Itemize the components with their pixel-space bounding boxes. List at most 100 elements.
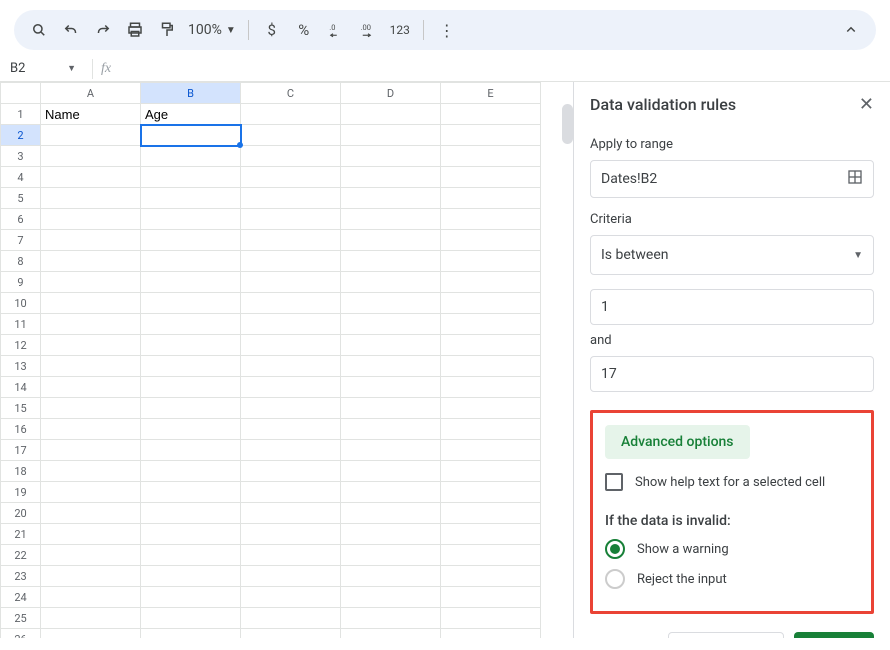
row-header-9[interactable]: 9: [1, 272, 41, 293]
cell-D22[interactable]: [341, 545, 441, 566]
cell-D1[interactable]: [341, 104, 441, 125]
cell-B16[interactable]: [141, 419, 241, 440]
cell-B13[interactable]: [141, 356, 241, 377]
decrease-decimal-icon[interactable]: .0: [321, 15, 351, 45]
cell-B18[interactable]: [141, 461, 241, 482]
cell-A16[interactable]: [41, 419, 141, 440]
column-header-E[interactable]: E: [441, 83, 541, 104]
row-header-4[interactable]: 4: [1, 167, 41, 188]
cell-C17[interactable]: [241, 440, 341, 461]
cell-B22[interactable]: [141, 545, 241, 566]
cell-B20[interactable]: [141, 503, 241, 524]
row-header-17[interactable]: 17: [1, 440, 41, 461]
cell-A9[interactable]: [41, 272, 141, 293]
cell-E14[interactable]: [441, 377, 541, 398]
cell-D25[interactable]: [341, 608, 441, 629]
increase-decimal-icon[interactable]: .00: [353, 15, 383, 45]
cell-C25[interactable]: [241, 608, 341, 629]
cell-E18[interactable]: [441, 461, 541, 482]
radio-show-warning[interactable]: [605, 539, 625, 559]
row-header-18[interactable]: 18: [1, 461, 41, 482]
column-header-A[interactable]: A: [41, 83, 141, 104]
row-header-26[interactable]: 26: [1, 629, 41, 639]
cell-A13[interactable]: [41, 356, 141, 377]
cell-B12[interactable]: [141, 335, 241, 356]
row-header-1[interactable]: 1: [1, 104, 41, 125]
cell-C9[interactable]: [241, 272, 341, 293]
remove-rule-button[interactable]: Remove rule: [668, 632, 784, 638]
row-header-5[interactable]: 5: [1, 188, 41, 209]
cell-E5[interactable]: [441, 188, 541, 209]
cell-A26[interactable]: [41, 629, 141, 639]
cell-C8[interactable]: [241, 251, 341, 272]
cell-C2[interactable]: [241, 125, 341, 146]
cell-D19[interactable]: [341, 482, 441, 503]
cell-D15[interactable]: [341, 398, 441, 419]
row-header-7[interactable]: 7: [1, 230, 41, 251]
redo-icon[interactable]: [88, 15, 118, 45]
cell-D9[interactable]: [341, 272, 441, 293]
cell-B7[interactable]: [141, 230, 241, 251]
cell-B14[interactable]: [141, 377, 241, 398]
cell-E26[interactable]: [441, 629, 541, 639]
cell-C12[interactable]: [241, 335, 341, 356]
cell-B8[interactable]: [141, 251, 241, 272]
cell-D14[interactable]: [341, 377, 441, 398]
cell-C18[interactable]: [241, 461, 341, 482]
cell-A22[interactable]: [41, 545, 141, 566]
cell-B11[interactable]: [141, 314, 241, 335]
spreadsheet-grid[interactable]: ABCDE1NameAge234567891011121314151617181…: [0, 82, 573, 638]
cell-D4[interactable]: [341, 167, 441, 188]
row-header-23[interactable]: 23: [1, 566, 41, 587]
cell-E2[interactable]: [441, 125, 541, 146]
name-box[interactable]: B2 ▼: [10, 61, 84, 76]
cell-B19[interactable]: [141, 482, 241, 503]
cell-D17[interactable]: [341, 440, 441, 461]
cell-A10[interactable]: [41, 293, 141, 314]
cell-C11[interactable]: [241, 314, 341, 335]
column-header-C[interactable]: C: [241, 83, 341, 104]
cell-C23[interactable]: [241, 566, 341, 587]
cell-C10[interactable]: [241, 293, 341, 314]
cell-B24[interactable]: [141, 587, 241, 608]
row-header-13[interactable]: 13: [1, 356, 41, 377]
percent-icon[interactable]: %: [289, 15, 319, 45]
cell-D6[interactable]: [341, 209, 441, 230]
cell-D12[interactable]: [341, 335, 441, 356]
cell-B5[interactable]: [141, 188, 241, 209]
cell-D8[interactable]: [341, 251, 441, 272]
row-header-15[interactable]: 15: [1, 398, 41, 419]
cell-E22[interactable]: [441, 545, 541, 566]
cell-A18[interactable]: [41, 461, 141, 482]
cell-E25[interactable]: [441, 608, 541, 629]
cell-E21[interactable]: [441, 524, 541, 545]
cell-B3[interactable]: [141, 146, 241, 167]
cell-B26[interactable]: [141, 629, 241, 639]
cell-E9[interactable]: [441, 272, 541, 293]
row-header-20[interactable]: 20: [1, 503, 41, 524]
cell-A2[interactable]: [41, 125, 141, 146]
cell-D20[interactable]: [341, 503, 441, 524]
cell-C4[interactable]: [241, 167, 341, 188]
cell-D11[interactable]: [341, 314, 441, 335]
cell-D21[interactable]: [341, 524, 441, 545]
cell-E3[interactable]: [441, 146, 541, 167]
cell-E10[interactable]: [441, 293, 541, 314]
print-icon[interactable]: [120, 15, 150, 45]
cell-E8[interactable]: [441, 251, 541, 272]
cell-E4[interactable]: [441, 167, 541, 188]
vertical-scrollbar[interactable]: [562, 104, 573, 144]
column-header-B[interactable]: B: [141, 83, 241, 104]
criteria-dropdown[interactable]: Is between ▼: [590, 235, 874, 275]
row-header-24[interactable]: 24: [1, 587, 41, 608]
cell-C26[interactable]: [241, 629, 341, 639]
cell-B6[interactable]: [141, 209, 241, 230]
cell-D7[interactable]: [341, 230, 441, 251]
cell-E20[interactable]: [441, 503, 541, 524]
cell-E23[interactable]: [441, 566, 541, 587]
cell-D2[interactable]: [341, 125, 441, 146]
done-button[interactable]: Done: [794, 632, 874, 638]
cell-D18[interactable]: [341, 461, 441, 482]
row-header-21[interactable]: 21: [1, 524, 41, 545]
cell-E12[interactable]: [441, 335, 541, 356]
